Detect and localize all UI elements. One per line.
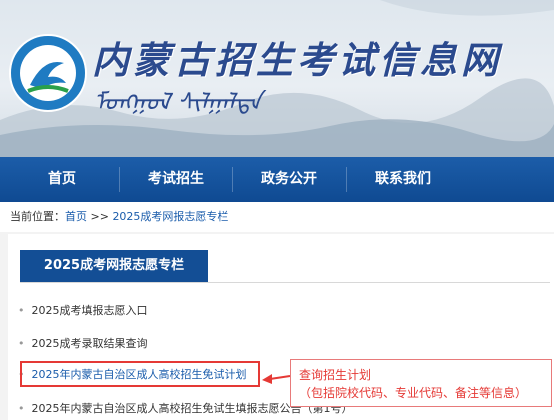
annotation-line-2: （包括院校代码、专业代码、备注等信息） <box>299 386 528 400</box>
annotation-line-1: 查询招生计划 <box>299 368 372 382</box>
annotation-callout: 查询招生计划 （包括院校代码、专业代码、备注等信息） <box>290 359 552 407</box>
arrow-icon <box>262 374 291 384</box>
